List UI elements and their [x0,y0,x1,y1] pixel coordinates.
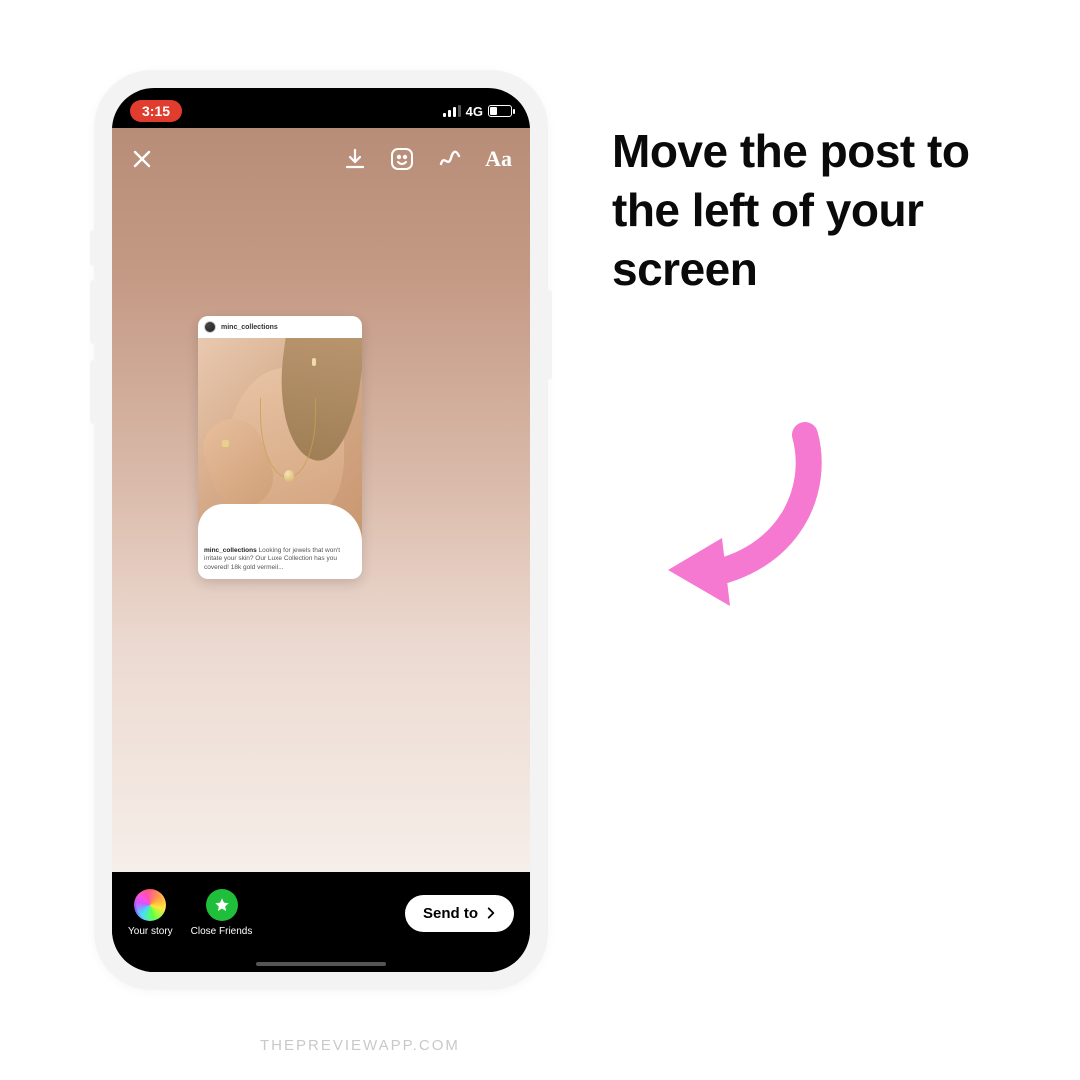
watermark-text: THEPREVIEWAPP.COM [260,1037,460,1054]
phone-screen: 3:15 4G [112,88,530,972]
text-tool-button[interactable]: Aa [485,146,512,172]
close-icon[interactable] [130,147,154,171]
download-icon[interactable] [343,147,367,171]
draw-squiggle-icon[interactable] [437,146,463,172]
post-caption: minc_collections Looking for jewels that… [198,542,362,579]
sticker-icon[interactable] [389,146,415,172]
your-story-label: Your story [128,926,173,937]
close-friends-star-icon [206,889,238,921]
post-username: minc_collections [221,324,278,331]
phone-side-button [90,230,96,266]
screen-recording-pill[interactable]: 3:15 [130,100,182,122]
post-caption-user: minc_collections [204,547,257,554]
chevron-right-icon [484,906,498,920]
post-header: minc_collections [198,316,362,338]
phone-volume-up-button [90,280,96,344]
post-image [198,338,362,542]
post-avatar [204,321,216,333]
your-story-button[interactable]: Your story [128,889,173,937]
cellular-signal-icon [443,105,461,117]
toolbar-right-group: Aa [343,146,512,172]
network-type-label: 4G [466,104,483,119]
phone-frame: 3:15 4G [94,70,548,990]
story-bottom-bar: Your story Close Friends Send to [112,872,530,972]
instruction-text: Move the post to the left of your screen [612,122,992,299]
phone-notch [226,88,416,118]
battery-icon [488,105,512,117]
send-to-button[interactable]: Send to [405,895,514,932]
tutorial-arrow-icon [650,420,850,620]
phone-power-button [546,290,552,380]
story-editor-toolbar: Aa [112,138,530,180]
your-story-avatar-icon [134,889,166,921]
home-indicator[interactable] [256,962,386,966]
close-friends-button[interactable]: Close Friends [191,889,253,937]
phone-volume-down-button [90,360,96,424]
story-canvas[interactable]: Aa minc_collections [112,128,530,872]
close-friends-label: Close Friends [191,926,253,937]
send-to-label: Send to [423,905,478,922]
status-right: 4G [443,104,512,119]
shared-post-card[interactable]: minc_collections minc_collections Lookin… [198,316,362,579]
